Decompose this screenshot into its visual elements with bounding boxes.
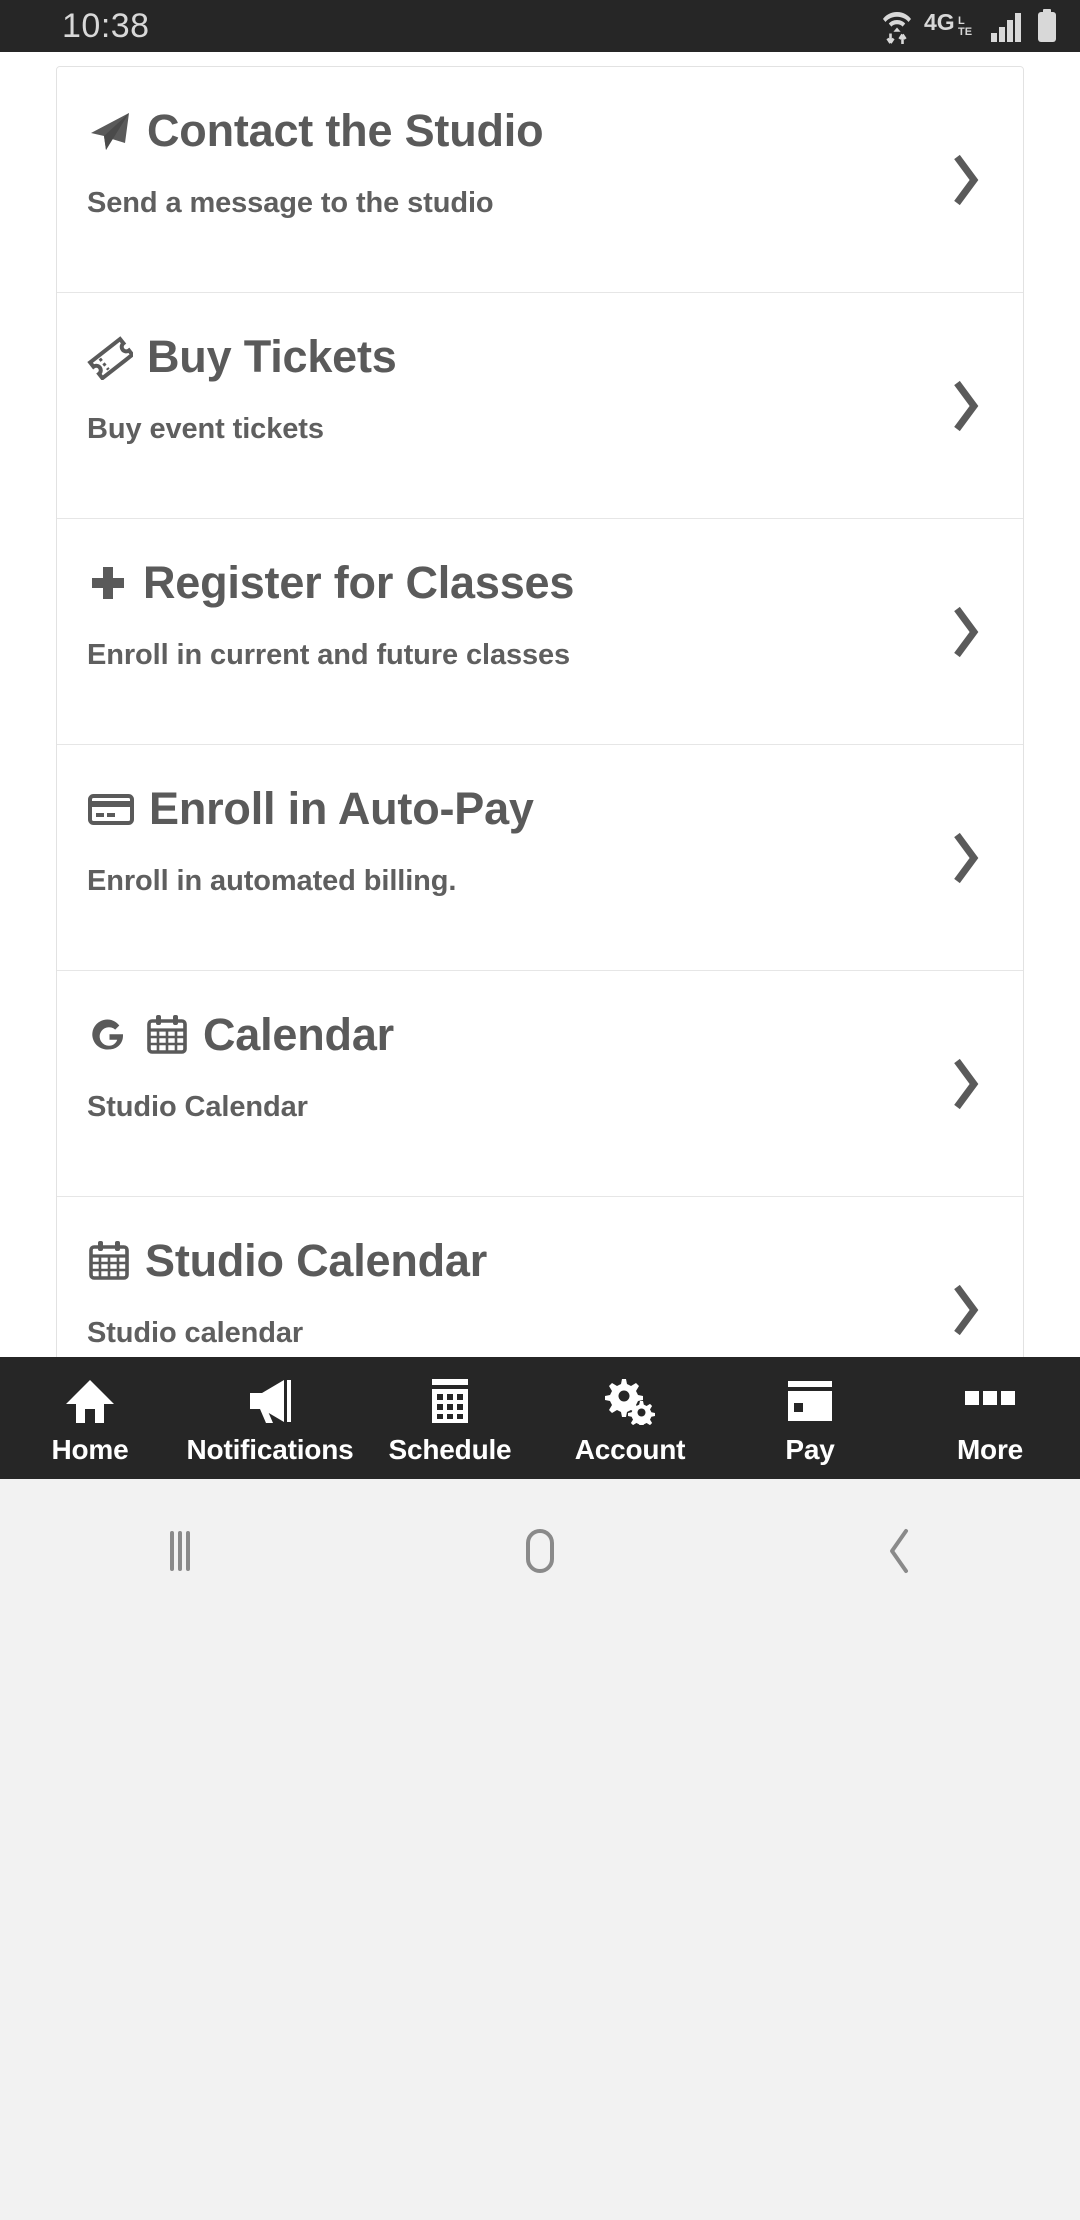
menu-item-contact-the-studio[interactable]: Contact the Studio Send a message to the… <box>57 67 1023 293</box>
app-screen: 10:38 4G L TE Contact the Studio Send a … <box>0 0 1080 2220</box>
ticket-icon <box>87 334 133 380</box>
menu-item-title: Register for Classes <box>143 557 575 608</box>
tab-notifications[interactable]: Notifications <box>180 1357 360 1479</box>
menu-item-buy-tickets[interactable]: Buy Tickets Buy event tickets <box>57 293 1023 519</box>
menu-item-body: Studio Calendar Studio calendar <box>87 1227 993 1350</box>
back-icon <box>878 1523 922 1584</box>
system-navigation-bar <box>0 1479 1080 2220</box>
home-icon <box>64 1371 116 1425</box>
menu-item-body: Calendar Studio Calendar <box>87 1001 993 1124</box>
menu-item-subtitle: Enroll in automated billing. <box>87 865 457 898</box>
menu-item-title: Contact the Studio <box>147 105 544 156</box>
tab-label: More <box>956 1433 1024 1465</box>
tab-label: Home <box>51 1433 129 1465</box>
wifi-updown-icon <box>882 7 912 45</box>
4g-lte-icon: 4G L TE <box>924 9 978 43</box>
chevron-right-icon[interactable] <box>943 1054 989 1114</box>
menu-item-studio-calendar[interactable]: Studio Calendar Studio calendar <box>57 1197 1023 1357</box>
menu-item-title-row: Studio Calendar <box>87 1237 953 1284</box>
megaphone-icon <box>244 1371 296 1425</box>
status-bar-clock: 10:38 <box>62 6 150 45</box>
cellular-signal-icon <box>990 10 1024 42</box>
menu-item-title: Calendar <box>203 1009 394 1060</box>
menu-card-list: Contact the Studio Send a message to the… <box>56 66 1024 1357</box>
menu-item-subtitle: Enroll in current and future classes <box>87 639 571 672</box>
menu-item-body: Enroll in Auto-Pay Enroll in automated b… <box>87 775 993 898</box>
menu-item-title-row: Register for Classes <box>87 559 953 606</box>
menu-item-title-row: Calendar <box>87 1011 953 1058</box>
menu-item-title-row: Buy Tickets <box>87 333 953 380</box>
tab-label: Notifications <box>186 1433 354 1465</box>
paper-plane-icon <box>87 108 133 154</box>
chevron-right-icon[interactable] <box>943 602 989 662</box>
menu-item-body: Buy Tickets Buy event tickets <box>87 323 993 446</box>
calendar-icon <box>87 1238 131 1284</box>
calendar-icon <box>145 1012 189 1058</box>
menu-item-register-for-classes[interactable]: Register for Classes Enroll in current a… <box>57 519 1023 745</box>
recents-icon <box>156 1525 204 1582</box>
chevron-right-icon[interactable] <box>943 150 989 210</box>
menu-item-title: Buy Tickets <box>147 331 397 382</box>
back-button[interactable] <box>770 1493 1030 1613</box>
menu-item-body: Contact the Studio Send a message to the… <box>87 97 993 220</box>
payment-card-icon <box>784 1371 836 1425</box>
battery-icon <box>1036 9 1058 43</box>
chevron-right-icon[interactable] <box>943 1280 989 1340</box>
more-dots-icon <box>963 1371 1017 1425</box>
menu-item-subtitle: Send a message to the studio <box>87 187 494 220</box>
calendar-grid-icon <box>426 1371 474 1425</box>
home-circle-icon <box>514 1523 566 1584</box>
chevron-right-icon[interactable] <box>943 376 989 436</box>
status-bar-icons: 4G L TE <box>882 7 1058 45</box>
menu-item-title: Studio Calendar <box>145 1235 488 1286</box>
tab-label: Account <box>574 1433 686 1465</box>
menu-item-title: Enroll in Auto-Pay <box>149 783 534 834</box>
tab-more[interactable]: More <box>900 1357 1080 1479</box>
recents-button[interactable] <box>50 1493 310 1613</box>
menu-item-title-row: Enroll in Auto-Pay <box>87 785 953 832</box>
menu-item-body: Register for Classes Enroll in current a… <box>87 549 993 672</box>
tab-pay[interactable]: Pay <box>720 1357 900 1479</box>
menu-item-subtitle: Studio Calendar <box>87 1091 308 1124</box>
svg-text:TE: TE <box>958 26 972 38</box>
status-bar: 10:38 4G L TE <box>0 0 1080 52</box>
tab-schedule[interactable]: Schedule <box>360 1357 540 1479</box>
bottom-tab-bar: Home Notifications Schedule Account Pay … <box>0 1357 1080 1479</box>
menu-list-scroll-area[interactable]: Contact the Studio Send a message to the… <box>0 52 1080 1357</box>
tab-label: Schedule <box>388 1433 512 1465</box>
google-g-icon <box>87 1012 131 1058</box>
menu-item-subtitle: Buy event tickets <box>87 413 324 446</box>
tab-account[interactable]: Account <box>540 1357 720 1479</box>
tab-home[interactable]: Home <box>0 1357 180 1479</box>
menu-item-enroll-in-auto-pay[interactable]: Enroll in Auto-Pay Enroll in automated b… <box>57 745 1023 971</box>
menu-item-title-row: Contact the Studio <box>87 107 953 154</box>
credit-card-icon <box>87 786 135 832</box>
menu-item-google-calendar[interactable]: Calendar Studio Calendar <box>57 971 1023 1197</box>
svg-text:4G: 4G <box>924 9 955 35</box>
gears-icon <box>604 1371 656 1425</box>
menu-item-subtitle: Studio calendar <box>87 1317 304 1350</box>
tab-label: Pay <box>785 1433 835 1465</box>
chevron-right-icon[interactable] <box>943 828 989 888</box>
home-button[interactable] <box>410 1493 670 1613</box>
plus-icon <box>87 560 129 606</box>
